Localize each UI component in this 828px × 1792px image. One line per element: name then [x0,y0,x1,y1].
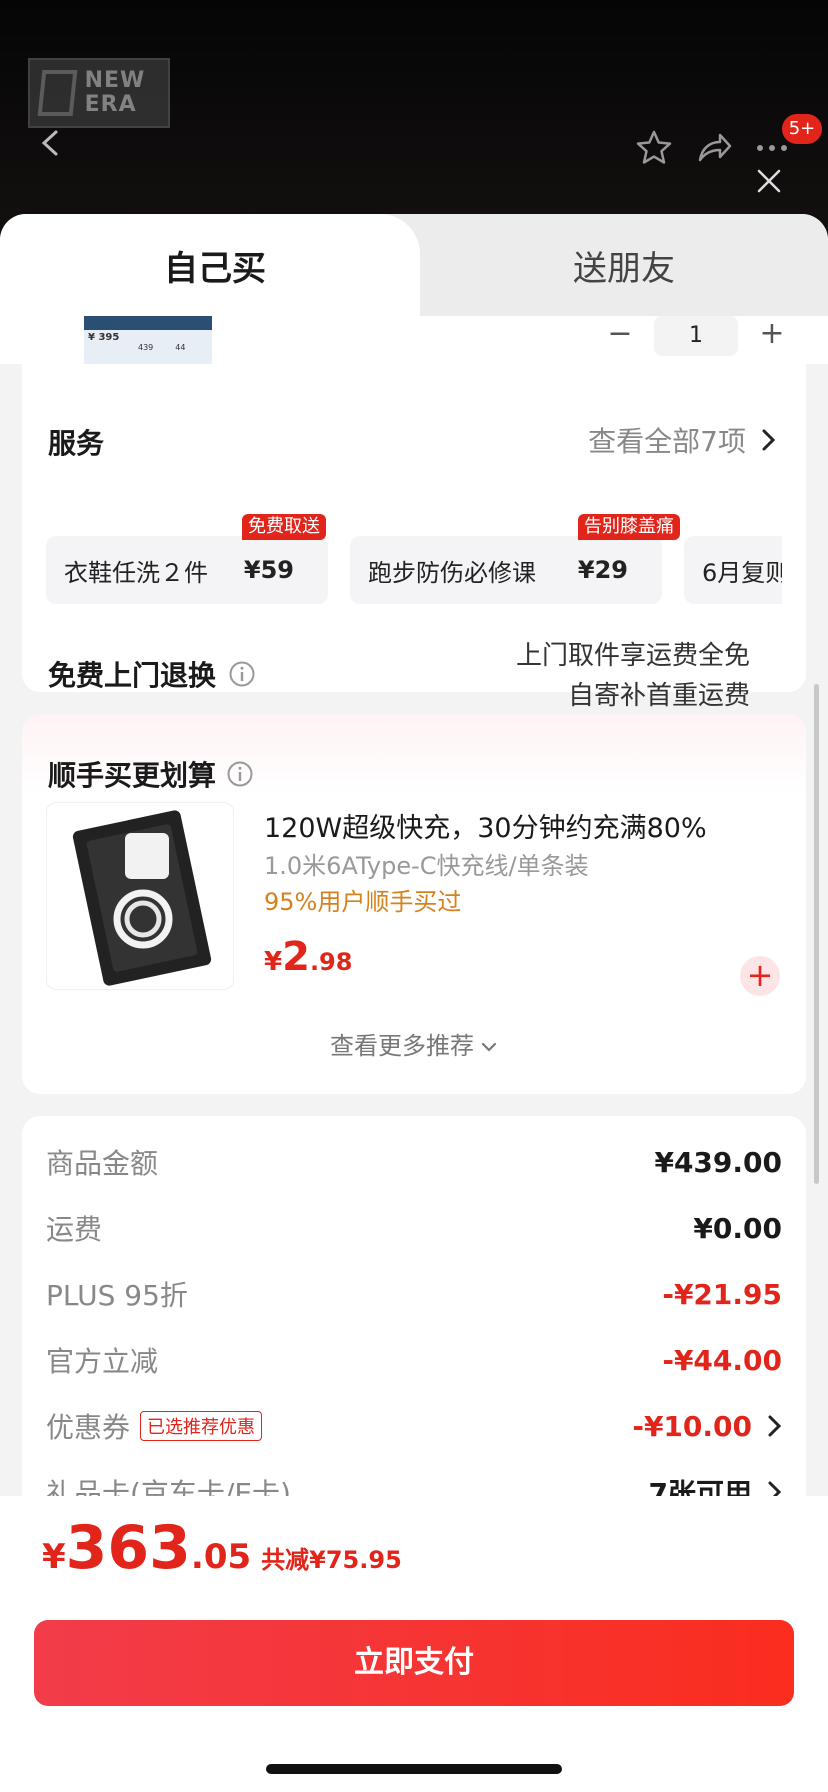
see-more-label: 查看更多推荐 [330,1032,474,1060]
return-line-2: 自寄补首重运费 [567,681,750,711]
recommend-price: ¥2.98 [264,934,352,980]
charger-product-image[interactable] [46,802,234,990]
summary-label: 商品金额 [46,1147,159,1180]
service-option-name: 6月复则 [702,558,782,587]
service-option-third[interactable]: 6月复则 [684,536,782,604]
tab-gift[interactable]: 送朋友 [420,214,828,316]
summary-label: 官方立减 [46,1345,159,1378]
quantity-stepper: − 1 + [600,316,792,356]
chevron-right-icon [768,1415,782,1437]
service-option-tag: 免费取送 [242,514,326,540]
summary-row-official-discount: 官方立减 -¥44.00 [46,1340,782,1380]
thumbnail-value-2: 44 [175,343,186,352]
brand-logo: NEW ERA [28,58,170,128]
service-option-price: ¥59 [243,556,294,584]
service-option-name: 跑步防伤必修课 [368,558,536,587]
service-title: 服务 [48,427,105,460]
brand-mark-icon [37,70,78,116]
tab-self-buy[interactable]: 自己买 [0,214,420,316]
service-see-all[interactable]: 查看全部7项 [588,420,776,460]
product-thumbnail[interactable]: ¥ 395 439 44 [84,316,212,364]
total-integer: 363 [65,1513,191,1583]
summary-label: PLUS 95折 [46,1279,188,1312]
recommend-purchase-stat: 95%用户顺手买过 [264,888,462,916]
see-more-recommendations[interactable]: 查看更多推荐 [22,1026,806,1061]
info-icon[interactable] [226,760,254,788]
home-indicator[interactable] [266,1764,562,1774]
return-title: 免费上门退换 [48,659,217,692]
back-icon[interactable] [36,128,66,158]
top-bar: NEW ERA 5+ [0,0,828,240]
summary-row-plus-discount: PLUS 95折 -¥21.95 [46,1274,782,1314]
service-option-name: 衣鞋任洗２件 [64,558,208,587]
price-integer: 2 [282,934,310,980]
brand-name: NEW ERA [84,68,146,117]
pay-bar: ¥363.05 共减¥75.95 立即支付 [0,1496,828,1792]
quantity-minus-button[interactable]: − [600,316,640,356]
summary-value: -¥21.95 [662,1277,782,1311]
summary-label: 运费 [46,1213,103,1246]
service-option-tag: 告别膝盖痛 [578,514,680,540]
total-currency: ¥ [42,1537,66,1577]
service-option-running-course[interactable]: 跑步防伤必修课 ¥29 [350,536,662,604]
notification-badge: 5+ [782,114,822,144]
tab-bar: 自己买 送朋友 [0,214,828,316]
quantity-plus-button[interactable]: + [752,316,792,356]
summary-row-goods: 商品金额 ¥439.00 [46,1142,782,1182]
total-saving: 共减¥75.95 [261,1546,402,1574]
summary-label: 优惠券 [46,1411,131,1444]
summary-row-coupon[interactable]: 优惠券 已选推荐优惠 -¥10.00 [46,1406,782,1446]
chevron-right-icon [762,429,776,451]
product-strip: ¥ 395 439 44 − 1 + [0,316,828,364]
summary-value-wrap: -¥10.00 [632,1410,782,1443]
quantity-value[interactable]: 1 [654,316,738,356]
service-see-all-label: 查看全部7项 [588,425,746,458]
coupon-tag: 已选推荐优惠 [140,1411,263,1441]
price-decimal: .98 [309,948,353,976]
summary-row-shipping: 运费 ¥0.00 [46,1208,782,1248]
charger-box-icon [72,810,212,986]
total-price: ¥363.05 共减¥75.95 [42,1518,402,1578]
thumbnail-value-1: 439 [138,343,154,352]
recommend-product-name[interactable]: 120W超级快充，30分钟约充满80% [264,806,707,845]
star-icon[interactable] [634,128,674,168]
price-currency: ¥ [264,947,283,977]
summary-label-wrap: 优惠券 已选推荐优惠 [46,1406,263,1446]
service-option-laundry[interactable]: 衣鞋任洗２件 ¥59 [46,536,328,604]
return-title-row: 免费上门退换 [48,654,256,694]
return-line-1: 上门取件享运费全免 [515,641,750,671]
thumbnail-price: ¥ 395 [88,332,120,343]
share-icon[interactable] [694,128,734,168]
info-icon[interactable] [228,660,256,688]
recommend-title-row: 顺手买更划算 [48,754,254,794]
recommend-product-spec: 1.0米6AType-C快充线/单条装 [264,852,589,880]
summary-value: -¥10.00 [632,1409,752,1443]
summary-value: ¥439.00 [654,1145,782,1179]
scrollbar[interactable] [814,684,819,1184]
service-options: 衣鞋任洗２件 ¥59 免费取送 跑步防伤必修课 ¥29 告别膝盖痛 6月复则 [46,514,782,604]
summary-value: ¥0.00 [693,1211,782,1245]
return-description: 上门取件享运费全免 自寄补首重运费 [516,636,750,716]
service-card: 服务 查看全部7项 衣鞋任洗２件 ¥59 免费取送 跑步防伤必修课 ¥29 告别… [22,364,806,711]
chevron-down-icon [481,1042,497,1052]
total-decimal: .05 [190,1537,252,1577]
add-to-order-button[interactable]: + [740,956,780,996]
recommend-card: 顺手买更划算 120W超级快充，30分钟约充满80% 1.0米6AType-C快… [22,714,806,1094]
summary-value: -¥44.00 [662,1343,782,1377]
recommend-title: 顺手买更划算 [48,759,217,792]
pay-now-button[interactable]: 立即支付 [34,1620,794,1706]
service-option-price: ¥29 [577,556,628,584]
close-icon[interactable] [754,166,784,196]
